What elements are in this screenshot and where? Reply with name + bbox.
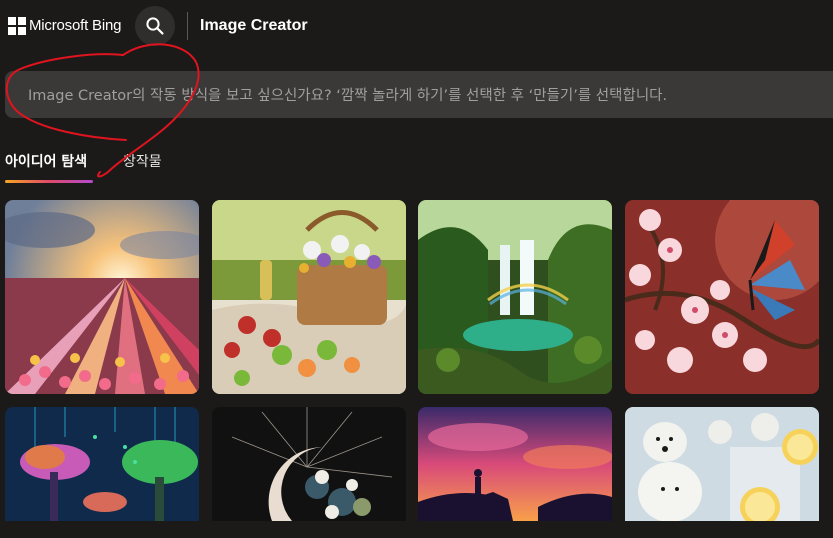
gallery-image-tulip-field[interactable] (5, 200, 199, 394)
gallery-image-butterfly[interactable] (625, 200, 819, 394)
gallery-image-crescent-moon[interactable] (212, 407, 406, 521)
gallery-image-polar-bears[interactable] (625, 407, 819, 521)
gallery-image-horse-rider[interactable] (418, 407, 612, 521)
tab-creations[interactable]: 창작물 (123, 152, 162, 172)
gallery-image-waterfall[interactable] (418, 200, 612, 394)
gallery-image-neon-trees[interactable] (5, 407, 199, 521)
header-bar: Microsoft Bing Image Creator (0, 0, 833, 52)
microsoft-logo-icon[interactable] (8, 17, 26, 35)
gallery-image-picnic-basket[interactable] (212, 200, 406, 394)
active-tab-indicator (5, 180, 93, 183)
prompt-input[interactable] (26, 71, 820, 120)
prompt-box[interactable] (5, 71, 833, 120)
search-button[interactable] (135, 6, 175, 46)
app-title[interactable]: Image Creator (200, 16, 308, 36)
tab-explore-ideas[interactable]: 아이디어 탐색 (5, 152, 87, 172)
header-divider (187, 12, 188, 40)
search-icon (146, 17, 164, 35)
brand-name[interactable]: Microsoft Bing (29, 17, 121, 35)
